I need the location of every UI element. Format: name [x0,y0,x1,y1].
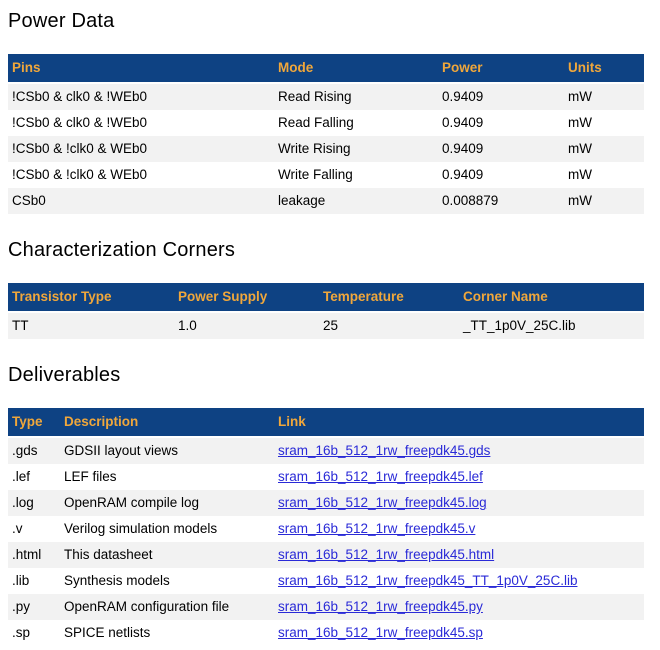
description-cell: LEF files [60,464,274,490]
temperature-cell: 25 [319,312,459,339]
units-cell: mW [564,136,644,162]
sp-file-link[interactable]: sram_16b_512_1rw_freepdk45.sp [278,625,483,640]
link-cell: sram_16b_512_1rw_freepdk45.v [274,516,644,542]
corners-section-title: Characterization Corners [8,239,644,262]
power-data-section-title: Power Data [8,10,644,33]
power-cell: 0.008879 [438,188,564,214]
type-cell: .py [8,594,60,620]
corner-name-cell: _TT_1p0V_25C.lib [459,312,644,339]
power-data-table-head: Pins Mode Power Units [8,54,644,83]
temperature-column-header: Temperature [319,283,459,312]
corner-name-column-header: Corner Name [459,283,644,312]
description-cell: This datasheet [60,542,274,568]
table-row: .sp SPICE netlists sram_16b_512_1rw_free… [8,620,644,646]
table-row: TT 1.0 25 _TT_1p0V_25C.lib [8,312,644,339]
pins-cell: CSb0 [8,188,274,214]
type-cell: .v [8,516,60,542]
mode-cell: Read Rising [274,83,438,110]
power-cell: 0.9409 [438,110,564,136]
table-row: !CSb0 & clk0 & !WEb0 Read Rising 0.9409 … [8,83,644,110]
link-column-header: Link [274,408,644,437]
description-column-header: Description [60,408,274,437]
pins-cell: !CSb0 & !clk0 & WEb0 [8,136,274,162]
link-cell: sram_16b_512_1rw_freepdk45.log [274,490,644,516]
table-header-row: Pins Mode Power Units [8,54,644,83]
units-cell: mW [564,162,644,188]
table-row: .py OpenRAM configuration file sram_16b_… [8,594,644,620]
table-row: .v Verilog simulation models sram_16b_51… [8,516,644,542]
table-row: .lef LEF files sram_16b_512_1rw_freepdk4… [8,464,644,490]
deliverables-section-title: Deliverables [8,364,644,387]
link-cell: sram_16b_512_1rw_freepdk45_TT_1p0V_25C.l… [274,568,644,594]
power-cell: 0.9409 [438,83,564,110]
transistor-type-cell: TT [8,312,174,339]
pins-column-header: Pins [8,54,274,83]
table-header-row: Type Description Link [8,408,644,437]
units-cell: mW [564,83,644,110]
link-cell: sram_16b_512_1rw_freepdk45.html [274,542,644,568]
table-header-row: Transistor Type Power Supply Temperature… [8,283,644,312]
deliverables-table-body: .gds GDSII layout views sram_16b_512_1rw… [8,437,644,646]
units-cell: mW [564,188,644,214]
description-cell: Verilog simulation models [60,516,274,542]
type-cell: .gds [8,437,60,464]
table-row: !CSb0 & !clk0 & WEb0 Write Falling 0.940… [8,162,644,188]
characterization-corners-table: Transistor Type Power Supply Temperature… [8,283,644,339]
type-cell: .lib [8,568,60,594]
description-cell: OpenRAM configuration file [60,594,274,620]
type-cell: .lef [8,464,60,490]
html-file-link[interactable]: sram_16b_512_1rw_freepdk45.html [278,547,494,562]
deliverables-table: Type Description Link .gds GDSII layout … [8,408,644,646]
link-cell: sram_16b_512_1rw_freepdk45.py [274,594,644,620]
type-column-header: Type [8,408,60,437]
description-cell: SPICE netlists [60,620,274,646]
lef-file-link[interactable]: sram_16b_512_1rw_freepdk45.lef [278,469,483,484]
pins-cell: !CSb0 & !clk0 & WEb0 [8,162,274,188]
table-row: !CSb0 & !clk0 & WEb0 Write Rising 0.9409… [8,136,644,162]
table-row: .log OpenRAM compile log sram_16b_512_1r… [8,490,644,516]
type-cell: .sp [8,620,60,646]
mode-cell: leakage [274,188,438,214]
log-file-link[interactable]: sram_16b_512_1rw_freepdk45.log [278,495,487,510]
link-cell: sram_16b_512_1rw_freepdk45.lef [274,464,644,490]
verilog-file-link[interactable]: sram_16b_512_1rw_freepdk45.v [278,521,475,536]
units-column-header: Units [564,54,644,83]
description-cell: Synthesis models [60,568,274,594]
transistor-type-column-header: Transistor Type [8,283,174,312]
power-data-table: Pins Mode Power Units !CSb0 & clk0 & !WE… [8,54,644,214]
deliverables-table-head: Type Description Link [8,408,644,437]
table-row: !CSb0 & clk0 & !WEb0 Read Falling 0.9409… [8,110,644,136]
mode-column-header: Mode [274,54,438,83]
mode-cell: Write Rising [274,136,438,162]
description-cell: OpenRAM compile log [60,490,274,516]
lib-file-link[interactable]: sram_16b_512_1rw_freepdk45_TT_1p0V_25C.l… [278,573,577,588]
power-column-header: Power [438,54,564,83]
power-supply-column-header: Power Supply [174,283,319,312]
mode-cell: Read Falling [274,110,438,136]
power-supply-cell: 1.0 [174,312,319,339]
pins-cell: !CSb0 & clk0 & !WEb0 [8,110,274,136]
type-cell: .html [8,542,60,568]
pins-cell: !CSb0 & clk0 & !WEb0 [8,83,274,110]
link-cell: sram_16b_512_1rw_freepdk45.sp [274,620,644,646]
type-cell: .log [8,490,60,516]
description-cell: GDSII layout views [60,437,274,464]
mode-cell: Write Falling [274,162,438,188]
corners-table-body: TT 1.0 25 _TT_1p0V_25C.lib [8,312,644,339]
table-row: .gds GDSII layout views sram_16b_512_1rw… [8,437,644,464]
corners-table-head: Transistor Type Power Supply Temperature… [8,283,644,312]
datasheet-page: Power Data Pins Mode Power Units !CSb0 &… [0,0,660,650]
table-row: CSb0 leakage 0.008879 mW [8,188,644,214]
gds-file-link[interactable]: sram_16b_512_1rw_freepdk45.gds [278,443,490,458]
power-data-table-body: !CSb0 & clk0 & !WEb0 Read Rising 0.9409 … [8,83,644,214]
power-cell: 0.9409 [438,136,564,162]
link-cell: sram_16b_512_1rw_freepdk45.gds [274,437,644,464]
py-file-link[interactable]: sram_16b_512_1rw_freepdk45.py [278,599,483,614]
table-row: .html This datasheet sram_16b_512_1rw_fr… [8,542,644,568]
power-cell: 0.9409 [438,162,564,188]
table-row: .lib Synthesis models sram_16b_512_1rw_f… [8,568,644,594]
units-cell: mW [564,110,644,136]
